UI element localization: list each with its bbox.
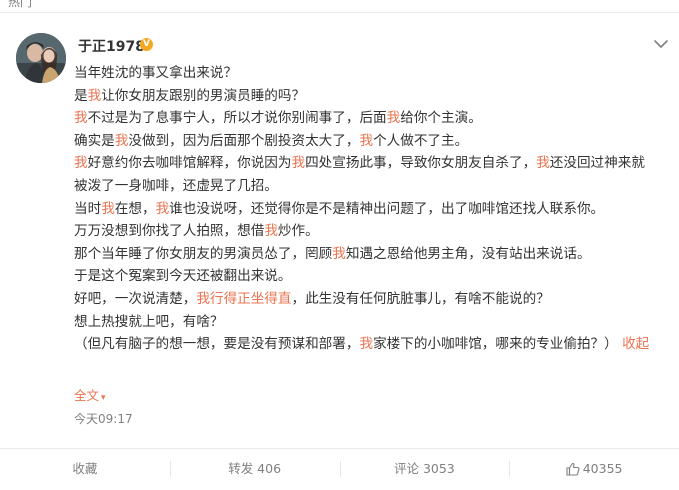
highlighted-text[interactable]: 我 — [359, 133, 373, 149]
text-segment: 没做到，因为后面那个剧投资太大了， — [128, 132, 360, 149]
text-segment: 知遇之恩给他男主角，没有站出来说话。 — [345, 245, 591, 262]
top-bar: 热门 — [0, 0, 679, 13]
chevron-down-icon — [654, 40, 668, 48]
collapse-link[interactable]: 收起 — [618, 336, 649, 352]
avatar[interactable] — [16, 33, 66, 83]
like-count: 40355 — [582, 461, 623, 476]
post-text-line: 当年姓沈的事又拿出来说？ — [74, 62, 674, 85]
caret-down-icon: ▾ — [101, 393, 106, 403]
text-segment: 想上热搜就上吧，有啥？ — [74, 313, 224, 330]
text-segment: 是 — [74, 87, 88, 104]
more-options-button[interactable] — [651, 36, 671, 52]
post-text-line: 是我让你女朋友跟别的男演员睡的吗？ — [74, 85, 674, 108]
like-button[interactable]: 40355 — [509, 458, 679, 480]
post-text-line: 我不过是为了息事宁人，所以才说你别闹事了，后面我给你个主演。 — [74, 107, 674, 130]
avatar-image — [16, 33, 66, 83]
post-text-line: 被泼了一身咖啡，还虚晃了几招。 — [74, 175, 674, 198]
post-text-line: 那个当年睡了你女朋友的男演员怂了，罔顾我知遇之恩给他男主角，没有站出来说话。 — [74, 243, 674, 266]
text-segment: 好意约你去咖啡馆解释，你说因为 — [87, 155, 292, 172]
text-segment: 四处宣扬此事，导致你女朋友自杀了， — [305, 155, 537, 172]
post-text-line: （但凡有脑子的想一想，要是没有预谋和部署，我家楼下的小咖啡馆，哪来的专业偷拍？）… — [74, 333, 674, 356]
text-segment: 于是这个冤案到今天还被翻出来说。 — [74, 268, 292, 285]
repost-label: 转发 406 — [228, 461, 282, 476]
highlighted-text[interactable]: 我 — [88, 88, 102, 104]
text-segment: 当年姓沈的事又拿出来说？ — [74, 65, 238, 81]
post-text-line: 于是这个冤案到今天还被翻出来说。 — [74, 265, 674, 288]
text-segment: （但凡有脑子的想一想，要是没有预谋和部署， — [74, 336, 360, 353]
text-segment: 确实是 — [74, 132, 115, 149]
post-content: 当年姓沈的事又拿出来说？ 是我让你女朋友跟别的男演员睡的吗？ 我不过是为了息事宁人，… — [74, 62, 674, 356]
highlighted-text[interactable]: 我 — [359, 336, 373, 352]
text-segment: 当时 — [74, 200, 102, 217]
post-text-line: 当时我在想，我谁也没说呀，还觉得你是不是精神出问题了，出了咖啡馆还找人联系你。 — [74, 198, 674, 221]
highlighted-text[interactable]: 我 — [332, 246, 346, 262]
favorite-label: 收藏 — [72, 461, 98, 476]
highlighted-text[interactable]: 我 — [536, 155, 550, 171]
expand-full-text-link[interactable]: 全文 ▾ — [74, 385, 106, 404]
text-segment: 那个当年睡了你女朋友的男演员怂了，罔顾 — [74, 245, 333, 262]
highlighted-text[interactable]: 我 — [292, 155, 306, 171]
highlighted-text[interactable]: 我行得正坐得直 — [196, 291, 291, 307]
post-text-line: 好吧，一次说清楚，我行得正坐得直，此生没有任何肮脏事儿，有啥不能说的？ — [74, 288, 674, 311]
favorite-button[interactable]: 收藏 — [0, 458, 170, 480]
highlighted-text[interactable]: 我 — [264, 223, 278, 239]
post-text-line: 想上热搜就上吧，有啥？ — [74, 311, 674, 334]
highlighted-text[interactable]: 我 — [115, 133, 129, 149]
text-segment: 万万没想到你找了人拍照，想借 — [74, 223, 265, 240]
author-name[interactable]: 于正1978 — [78, 36, 145, 56]
text-segment: 炒作。 — [277, 223, 319, 240]
highlighted-text[interactable]: 我 — [74, 155, 88, 171]
comment-label: 评论 3053 — [393, 461, 455, 476]
thumbs-up-icon — [566, 461, 580, 483]
action-bar: 收藏 转发 406 评论 3053 40355 — [0, 448, 679, 489]
hot-label[interactable]: 热门 — [8, 0, 32, 10]
text-segment: 好吧，一次说清楚， — [74, 290, 197, 307]
post-text-line: 确实是我没做到，因为后面那个剧投资太大了，我个人做不了主。 — [74, 130, 674, 153]
text-segment: 个人做不了主。 — [373, 132, 469, 149]
post-text-line: 我好意约你去咖啡馆解释，你说因为我四处宣扬此事，导致你女朋友自杀了，我还没回过神… — [74, 152, 674, 175]
post-text-line: 万万没想到你找了人拍照，想借我炒作。 — [74, 220, 674, 243]
verified-badge-icon: V — [140, 38, 153, 51]
post-timestamp[interactable]: 今天09:17 — [74, 410, 133, 427]
text-segment: 让你女朋友跟别的男演员睡的吗？ — [101, 87, 306, 104]
repost-button[interactable]: 转发 406 — [169, 458, 340, 480]
highlighted-text[interactable]: 我 — [101, 201, 115, 217]
text-segment: 被泼了一身咖啡，还虚晃了几招。 — [74, 177, 278, 194]
text-segment: 谁也没说呀，还觉得你是不是精神出问题了，出了咖啡馆还找人联系你。 — [169, 200, 605, 217]
highlighted-text[interactable]: 我 — [156, 201, 170, 217]
text-segment: 给你个主演。 — [400, 110, 482, 127]
text-segment: 在想， — [114, 200, 156, 217]
text-segment: 不过是为了息事宁人，所以才说你别闹事了，后面 — [87, 110, 387, 127]
text-segment: 家楼下的小咖啡馆，哪来的专业偷拍？） — [373, 336, 618, 353]
text-segment: ，此生没有任何肮脏事儿，有啥不能说的？ — [291, 290, 550, 307]
text-segment: 还没回过神来就 — [549, 155, 645, 172]
expand-label: 全文 — [74, 388, 100, 403]
highlighted-text[interactable]: 我 — [74, 110, 88, 126]
highlighted-text[interactable]: 我 — [387, 110, 401, 126]
comment-button[interactable]: 评论 3053 — [339, 458, 510, 480]
